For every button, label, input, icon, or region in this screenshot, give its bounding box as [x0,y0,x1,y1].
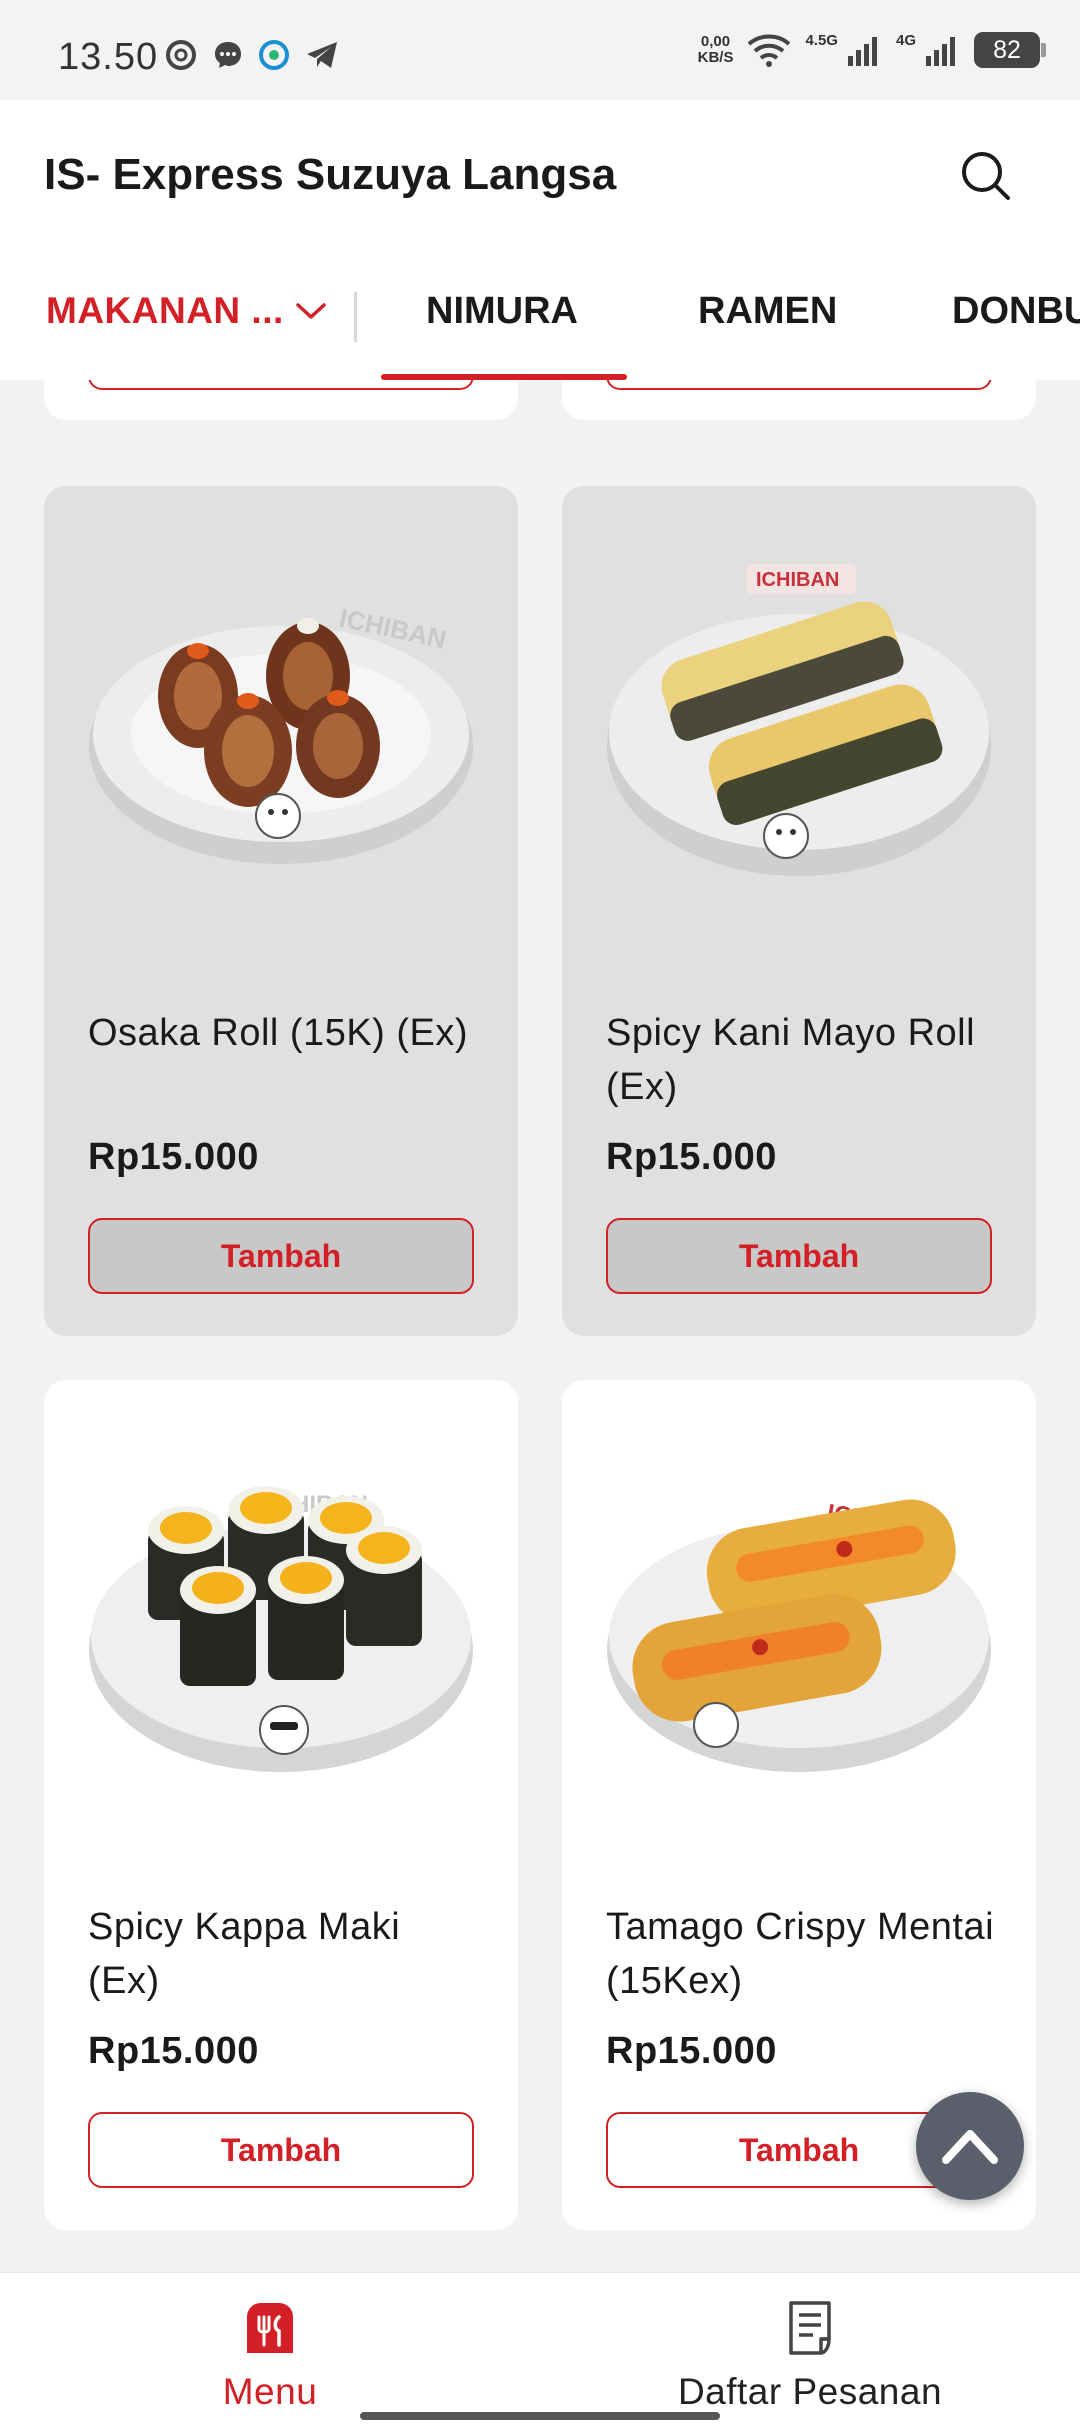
add-button[interactable]: Tambah [606,1218,992,1294]
status-time: 13.50 [58,36,159,78]
receipt-icon [789,2301,831,2355]
product-card[interactable]: ICHIBAN Osaka Roll (15K) (Ex) Rp15.000 T… [44,486,518,1336]
add-button[interactable]: Tambah [88,1218,474,1294]
app-icon [259,40,289,70]
home-indicator [360,2412,720,2420]
product-price: Rp15.000 [606,1136,777,1178]
scroll-to-top-button[interactable] [916,2092,1024,2200]
network-type-2: 4G [895,31,916,49]
notification-icons [164,38,340,72]
chat-icon [215,42,241,68]
signal-icon [847,37,877,66]
status-bar: 13.50 0,00 KB/S 4.5G 4G 82 [0,0,1080,100]
category-dropdown-label: MAKANAN ... [46,290,284,331]
add-button-partial[interactable] [88,380,474,390]
add-button[interactable]: Tambah [88,2112,474,2188]
product-name: Tamago Crispy Mentai (15Kex) [606,1906,995,2002]
nav-item-daftar-pesanan[interactable]: Daftar Pesanan [660,2299,960,2413]
telegram-icon [307,42,337,68]
tab-donburi[interactable]: DONBURI [952,290,1080,333]
net-speed: 0,00 KB/S [698,34,734,66]
nav-item-label: Daftar Pesanan [677,2371,943,2412]
chevron-down-icon [296,303,326,319]
product-card-partial[interactable] [562,380,1036,420]
product-name: Osaka Roll (15K) (Ex) [88,1012,469,1054]
search-icon [962,152,1010,200]
restaurant-icon [247,2303,293,2353]
nav-item-menu[interactable]: Menu [200,2299,340,2413]
battery-icon: 82 [974,32,1046,68]
product-name: Spicy Kani Mayo Roll (Ex) [606,1012,976,1108]
svg-text:ICHIBAN: ICHIBAN [756,569,839,591]
product-card[interactable]: ICHIBAN Spicy Kappa Maki (Ex) Rp15.000 T… [44,1380,518,2230]
product-grid: ICHIBAN Osaka Roll (15K) (Ex) Rp15.000 T… [0,380,1080,2272]
tab-nimura[interactable]: NIMURA [426,290,578,333]
product-name: Spicy Kappa Maki (Ex) [88,1906,401,2002]
category-dropdown[interactable]: MAKANAN ... [46,290,328,332]
tab-ramen[interactable]: RAMEN [698,290,837,333]
product-card-partial[interactable] [44,380,518,420]
store-title: IS- Express Suzuya Langsa [44,150,617,199]
app-header: IS- Express Suzuya Langsa MAKANAN ... NI… [0,100,1080,380]
system-icons: 0,00 KB/S 4.5G 4G 82 [698,31,1046,68]
product-price: Rp15.000 [88,2030,259,2072]
net-speed-value: 0,00 [700,33,731,50]
product-image: ICHIBAN [89,603,473,864]
product-image: ICHIBAN [607,564,991,876]
chevron-up-icon [942,2130,998,2164]
network-type-1: 4.5G [805,31,838,49]
search-button[interactable] [958,148,1014,204]
product-price: Rp15.000 [606,2030,777,2072]
add-button-partial[interactable] [606,380,992,390]
product-image: ICHIBAN [607,1499,991,1772]
threads-icon [166,40,196,70]
nav-item-label: Menu [222,2371,318,2412]
product-image: ICHIBAN [89,1486,473,1772]
product-card[interactable]: ICHIBAN Spicy Kani Mayo Roll (Ex) Rp15.0… [562,486,1036,1336]
signal-icon-2 [926,37,955,66]
product-price: Rp15.000 [88,1136,259,1178]
net-speed-unit: KB/S [697,49,734,66]
wifi-icon [748,34,791,67]
tab-divider [354,292,357,342]
